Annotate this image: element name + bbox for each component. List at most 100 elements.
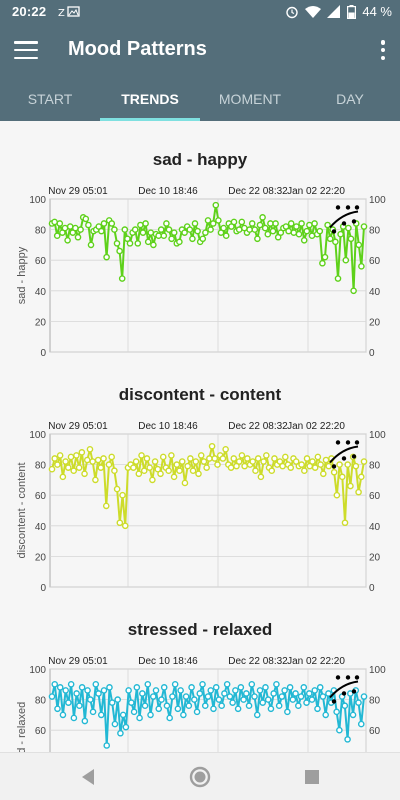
data-point — [319, 259, 326, 267]
data-point — [51, 681, 59, 688]
data-point — [144, 238, 152, 246]
x-tick-label: Jan 02 22:20 — [287, 656, 345, 667]
data-point — [342, 256, 350, 264]
trend-dot — [351, 219, 357, 224]
data-point — [306, 221, 313, 229]
data-point — [83, 456, 91, 464]
data-point — [235, 458, 243, 465]
data-point — [220, 224, 227, 232]
data-point — [100, 220, 108, 227]
data-point — [150, 241, 157, 249]
menu-icon[interactable] — [14, 38, 38, 62]
data-point — [358, 263, 365, 270]
recents-icon[interactable] — [300, 765, 324, 789]
data-point — [227, 464, 235, 471]
data-point — [184, 462, 191, 470]
tab-start[interactable]: START — [0, 78, 100, 121]
y-tick-label-left: 40 — [35, 287, 47, 298]
data-point — [194, 227, 201, 235]
alarm-icon — [286, 6, 299, 18]
data-point — [64, 237, 71, 244]
data-point — [187, 455, 194, 462]
chart-plot: 002020404060608080100100Nov 29 05:01Dec … — [16, 656, 386, 752]
data-point — [259, 699, 267, 706]
tab-moment[interactable]: MOMENT — [200, 78, 300, 121]
data-point — [130, 708, 138, 716]
data-point — [270, 690, 277, 697]
data-point — [133, 684, 141, 691]
y-tick-label-right: 0 — [369, 583, 375, 591]
data-point — [61, 224, 69, 232]
data-point — [89, 458, 96, 465]
data-point — [215, 696, 223, 703]
data-point — [314, 453, 322, 461]
data-point — [70, 467, 78, 475]
data-point — [64, 464, 72, 471]
data-point — [267, 705, 275, 713]
data-point — [295, 702, 302, 710]
data-point — [230, 218, 238, 226]
data-point — [309, 458, 316, 465]
data-point — [181, 229, 188, 236]
data-point — [326, 235, 334, 243]
y-tick-label-right: 20 — [369, 552, 381, 563]
home-icon[interactable] — [188, 765, 212, 789]
data-point — [165, 467, 172, 475]
svg-text:Z: Z — [58, 8, 65, 19]
data-point — [54, 705, 61, 713]
y-tick-label-right: 40 — [369, 287, 381, 298]
data-point — [218, 702, 225, 710]
data-point — [140, 467, 148, 475]
data-point — [281, 687, 288, 694]
data-point — [238, 218, 246, 226]
data-point — [121, 226, 129, 233]
y-tick-label-right: 60 — [369, 726, 381, 737]
chart-plot: 002020404060608080100100Nov 29 05:01Dec … — [16, 186, 386, 356]
tab-trends[interactable]: TRENDS — [100, 78, 200, 121]
data-point — [215, 217, 222, 224]
overflow-menu-icon[interactable] — [380, 40, 386, 60]
data-point — [118, 275, 126, 282]
data-point — [214, 461, 221, 468]
data-point — [333, 708, 340, 716]
data-point — [102, 502, 110, 510]
trend-dot — [335, 675, 341, 680]
data-point — [191, 696, 198, 703]
y-axis-label: discontent - content — [16, 462, 28, 558]
data-point — [141, 702, 149, 710]
data-point — [360, 693, 368, 700]
data-point — [234, 705, 242, 713]
data-point — [147, 711, 154, 719]
data-point — [103, 742, 111, 749]
trends-content[interactable]: sad - happy 0 0 20 20 40 40 60 60 80 80 100 100 Nov … — [0, 121, 400, 752]
status-bar: 20:22 Z 44 % — [0, 0, 400, 24]
data-point — [73, 452, 80, 459]
data-point — [59, 711, 67, 719]
data-point — [204, 217, 212, 224]
data-point — [136, 714, 143, 722]
data-point — [208, 442, 216, 450]
y-tick-label-left: 0 — [40, 348, 46, 356]
notification-icons: Z — [58, 5, 82, 22]
data-point — [285, 227, 292, 235]
data-point — [193, 708, 201, 716]
chart-plot: 002020404060608080100100Nov 29 05:01Dec … — [16, 421, 386, 591]
data-point — [138, 452, 145, 459]
data-point — [203, 464, 210, 471]
data-point — [113, 485, 121, 493]
data-point — [330, 468, 338, 476]
y-tick-label-right: 0 — [369, 348, 375, 356]
data-point — [245, 702, 253, 710]
tab-day[interactable]: DAY — [300, 78, 400, 121]
data-point — [222, 446, 229, 453]
y-tick-label-left: 100 — [29, 195, 46, 206]
data-point — [347, 235, 355, 243]
data-point — [246, 226, 253, 233]
data-point — [169, 693, 176, 700]
data-point — [185, 702, 193, 710]
back-icon[interactable] — [76, 765, 100, 789]
data-point — [134, 240, 142, 247]
data-point — [275, 702, 283, 710]
x-tick-label: Nov 29 05:01 — [48, 421, 108, 432]
data-point — [286, 684, 294, 691]
